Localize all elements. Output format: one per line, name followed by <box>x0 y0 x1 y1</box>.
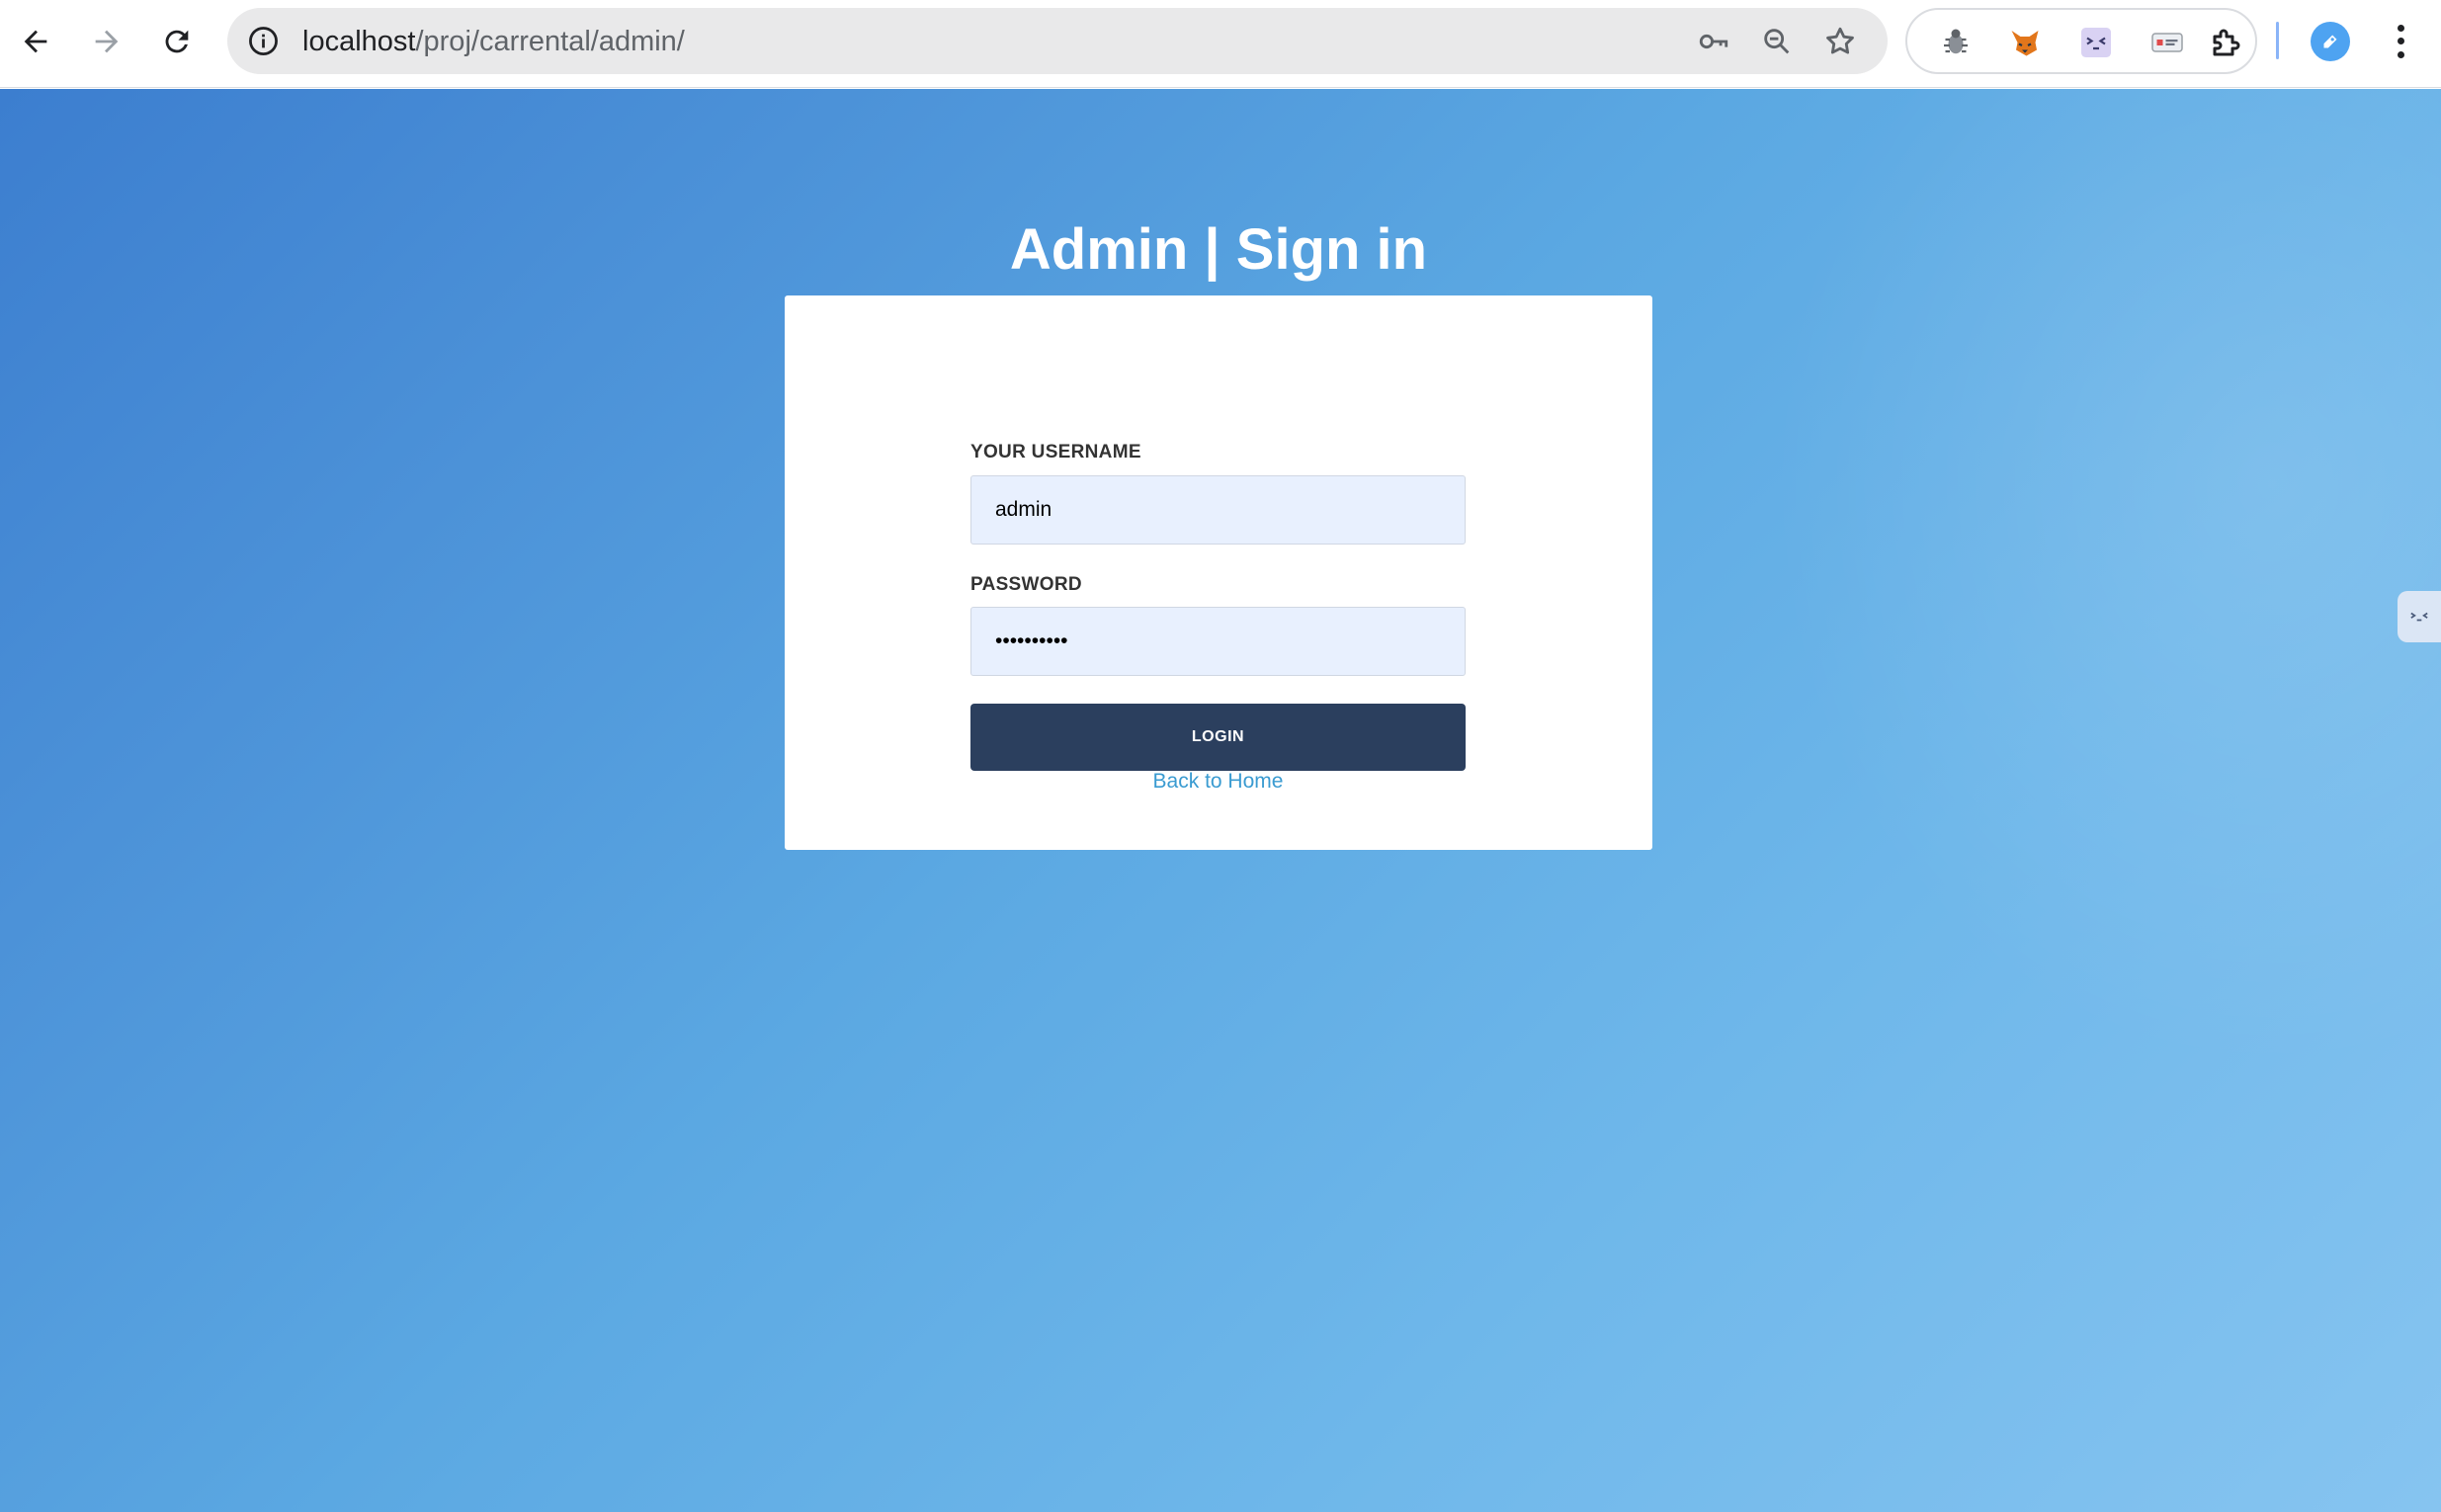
browser-toolbar: localhost/proj/carrental/admin/ <box>0 0 2441 88</box>
profile-button[interactable] <box>2311 22 2350 61</box>
page-title: Admin | Sign in <box>1009 217 1428 282</box>
bug-extension-button[interactable] <box>1937 24 1975 61</box>
back-to-home-link[interactable]: Back to Home <box>970 769 1466 795</box>
zoom-out-icon <box>1764 29 1790 54</box>
reload-button[interactable] <box>155 14 199 69</box>
password-input[interactable] <box>970 607 1466 676</box>
login-card: YOUR USERNAME PASSWORD LOGIN Back to Hom… <box>785 295 1652 850</box>
url-host: localhost <box>302 26 416 57</box>
forward-arrow-icon <box>95 30 119 53</box>
bug-extension-icon <box>1944 29 1968 54</box>
url-text[interactable]: localhost/proj/carrental/admin/ <box>302 24 685 59</box>
profile-icon <box>2323 35 2337 48</box>
password-key-button[interactable] <box>1696 24 1731 59</box>
extensions-group <box>1905 8 2257 74</box>
kebab-menu-icon[interactable] <box>2386 22 2415 61</box>
toolbar-divider <box>2276 22 2279 59</box>
address-bar[interactable]: localhost/proj/carrental/admin/ <box>227 8 1888 74</box>
reload-icon <box>165 30 189 53</box>
face-extension-icon <box>2081 28 2111 57</box>
card-extension-button[interactable] <box>2148 24 2186 61</box>
face-extension-button[interactable] <box>2077 24 2115 61</box>
login-button[interactable]: LOGIN <box>970 704 1466 771</box>
username-label: YOUR USERNAME <box>970 442 1141 462</box>
puzzle-icon <box>2213 29 2240 56</box>
face-extension-icon <box>2410 612 2428 622</box>
url-path: /proj/carrental/admin/ <box>415 26 685 57</box>
bookmark-button[interactable] <box>1822 24 1858 59</box>
page-background: Admin | Sign in YOUR USERNAME PASSWORD L… <box>0 89 2441 1512</box>
key-icon <box>1699 34 1728 49</box>
card-extension-icon <box>2151 33 2183 52</box>
back-arrow-icon <box>24 30 47 53</box>
zoom-button[interactable] <box>1759 24 1795 59</box>
side-extension-tab[interactable] <box>2398 591 2441 642</box>
username-input[interactable] <box>970 475 1466 545</box>
star-icon <box>1826 27 1854 54</box>
fox-extension-icon <box>2011 31 2039 56</box>
extensions-button[interactable] <box>2208 24 2245 61</box>
fox-extension-button[interactable] <box>2006 24 2044 61</box>
password-label: PASSWORD <box>970 574 1082 595</box>
back-button[interactable] <box>14 14 57 69</box>
forward-button[interactable] <box>85 14 128 69</box>
info-icon[interactable] <box>247 25 280 57</box>
